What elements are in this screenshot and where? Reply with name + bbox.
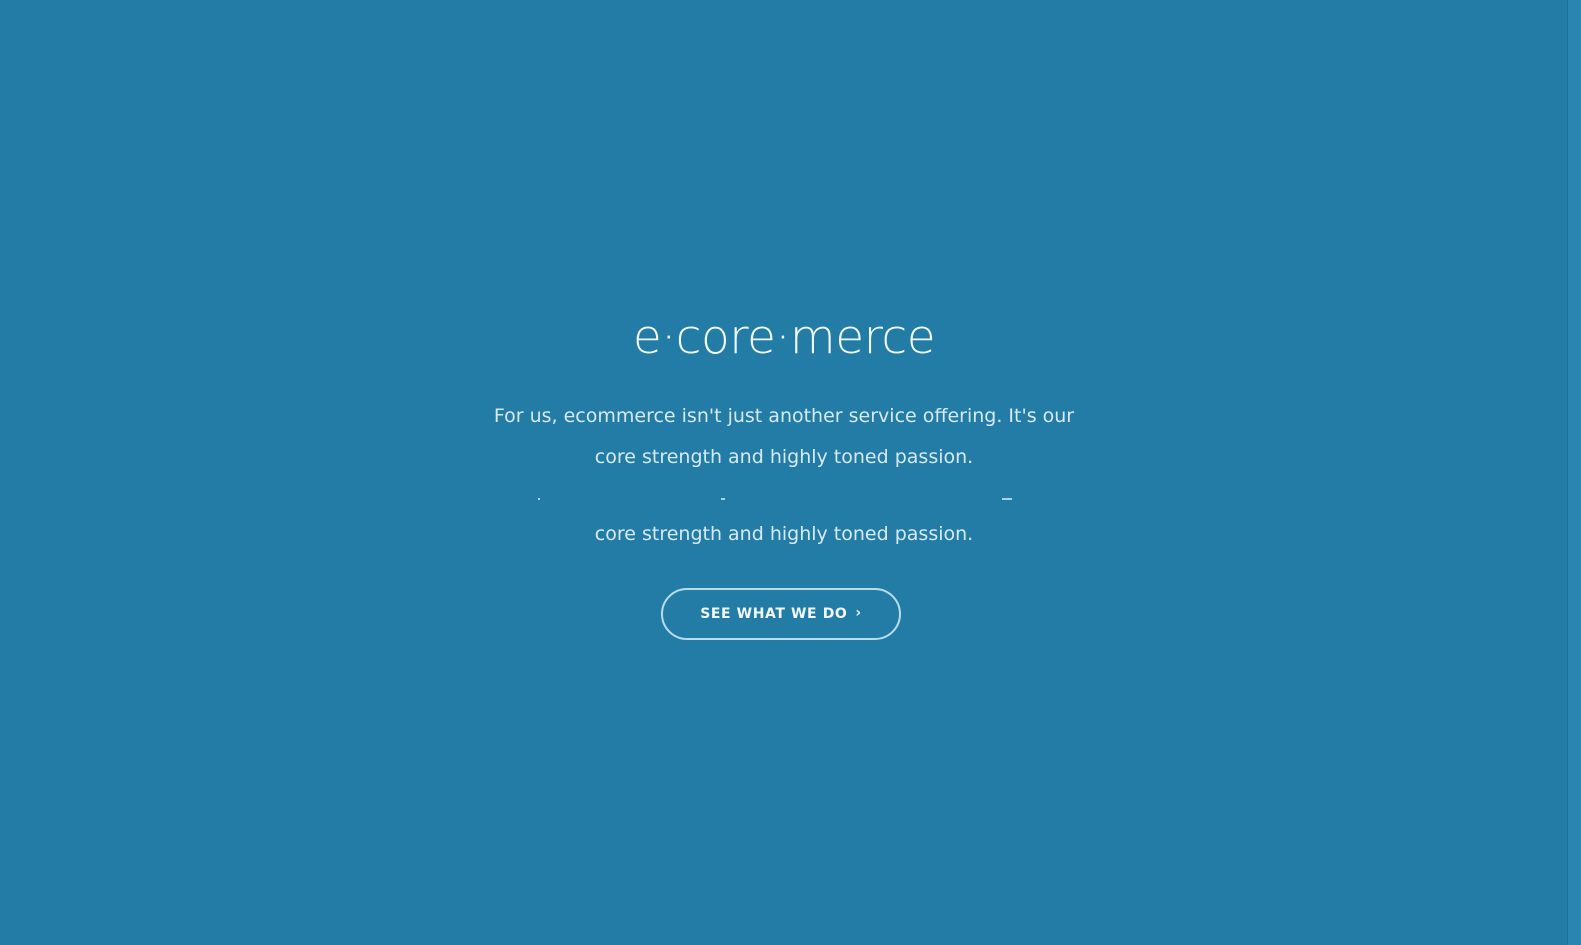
- see-what-we-do-label: SEE WHAT WE DO: [700, 606, 848, 622]
- divider-dot: [721, 498, 725, 500]
- hero-section: e·core·merce For us, ecommerce isn't jus…: [0, 0, 1568, 945]
- hero-title: e·core·merce: [632, 310, 936, 365]
- hero-description-line-2: core strength and highly toned passion.: [594, 446, 974, 468]
- decorative-divider: [0, 494, 1568, 504]
- see-what-we-do-button[interactable]: SEE WHAT WE DO ›: [661, 588, 901, 640]
- divider-dot: [538, 498, 540, 500]
- hero-content: e·core·merce For us, ecommerce isn't jus…: [0, 0, 1568, 945]
- hero-description-line-3: core strength and highly toned passion.: [594, 523, 974, 545]
- divider-dot: [1002, 498, 1012, 500]
- chevron-right-icon: ›: [855, 605, 862, 621]
- hero-description-line-1: For us, ecommerce isn't just another ser…: [493, 405, 1075, 427]
- window-edge: [1567, 0, 1581, 945]
